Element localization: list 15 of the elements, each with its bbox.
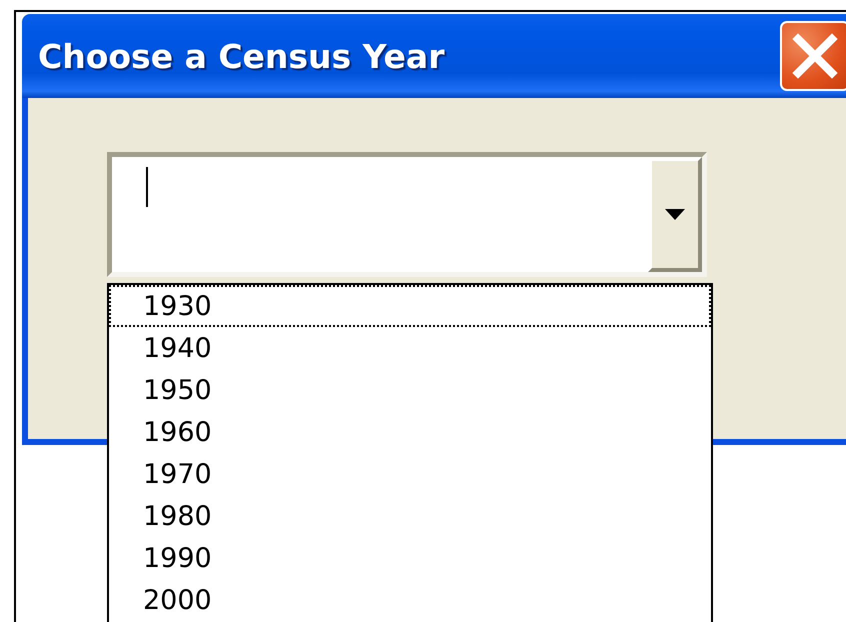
list-item[interactable]: 1950 [109,369,711,411]
list-item[interactable]: 1980 [109,495,711,537]
window-title: Choose a Census Year [38,36,444,76]
list-item[interactable]: 1930 [109,285,711,327]
list-item[interactable]: 1990 [109,537,711,579]
caret-icon [665,208,685,220]
year-combo-box[interactable] [107,152,707,277]
close-icon [790,31,840,81]
text-cursor-icon [146,167,148,207]
dropdown-button[interactable] [648,157,702,272]
list-item[interactable]: 1960 [109,411,711,453]
list-item[interactable]: 2000 [109,579,711,621]
list-item[interactable]: 1940 [109,327,711,369]
list-item[interactable]: 1970 [109,453,711,495]
close-button[interactable] [780,21,846,91]
